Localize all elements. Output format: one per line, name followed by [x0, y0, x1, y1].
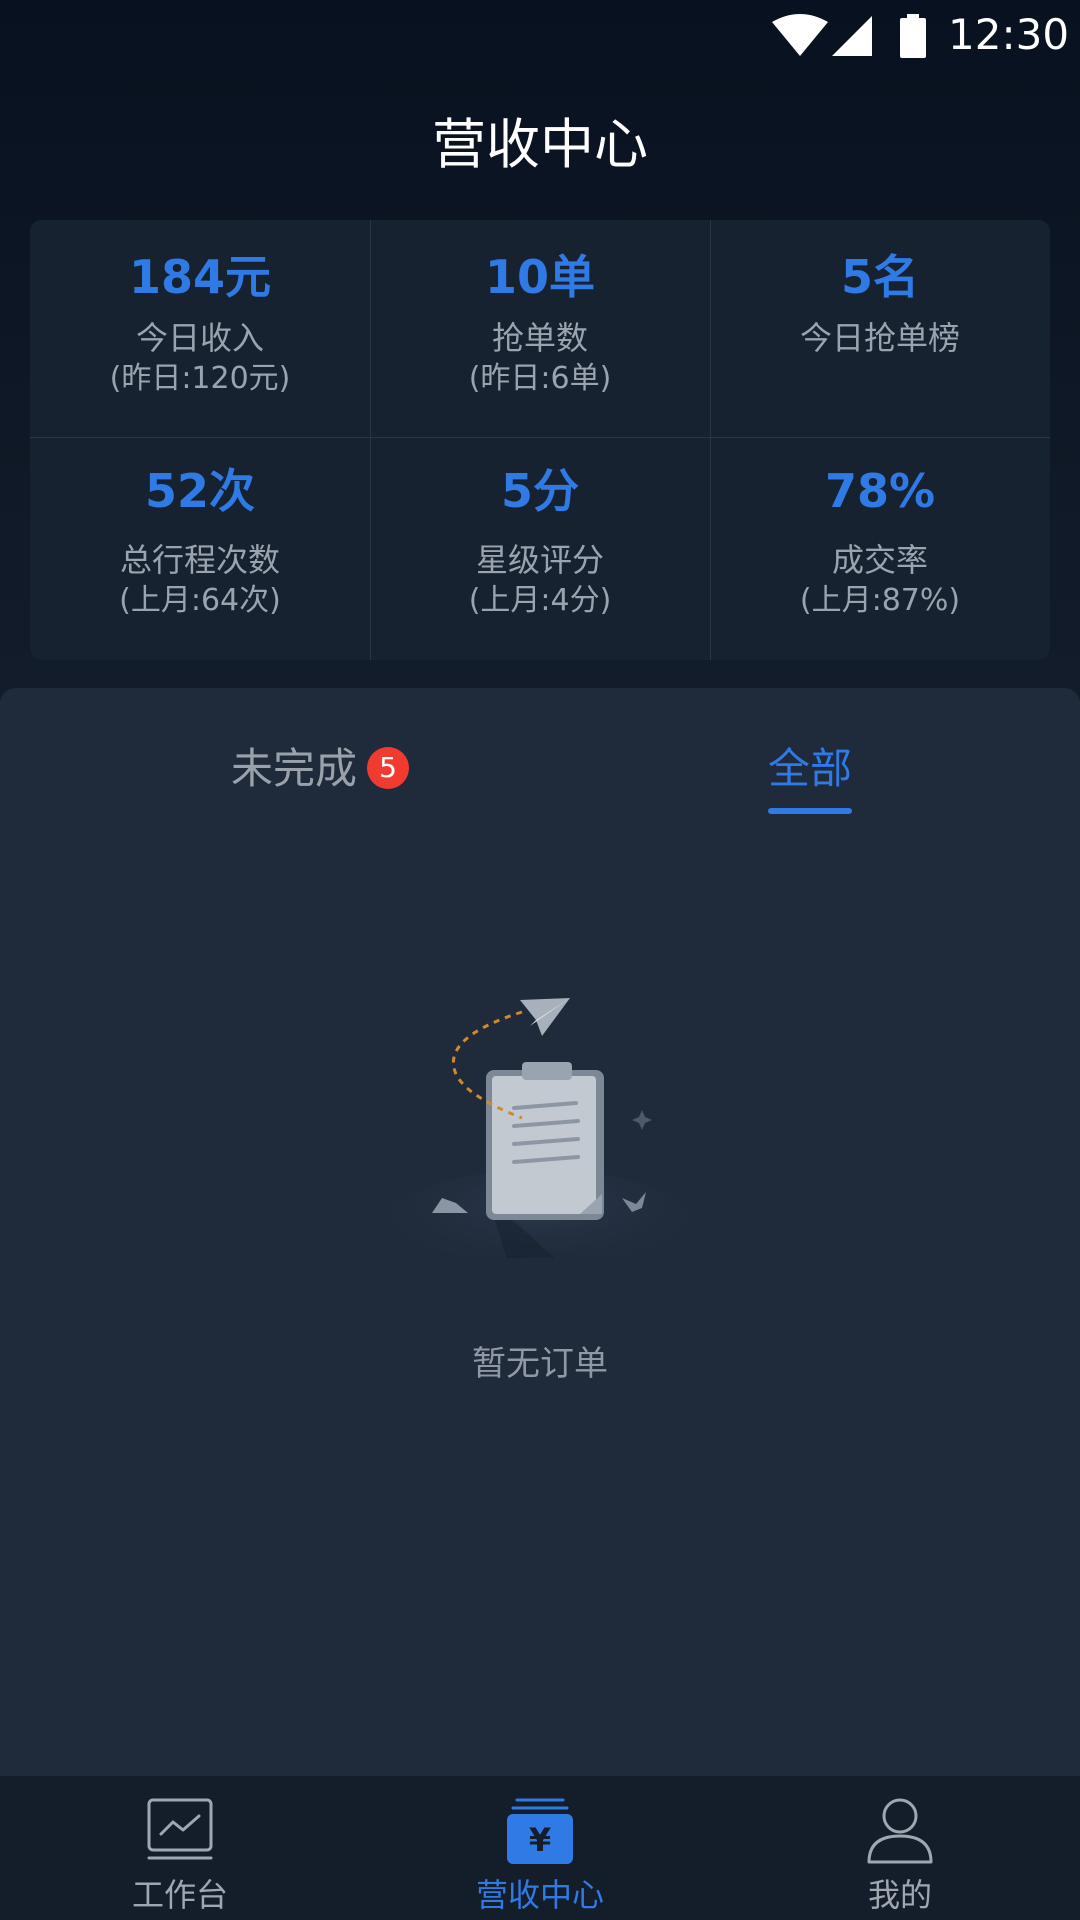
- user-profile-icon: [867, 1798, 933, 1864]
- stat-label: 总行程次数: [119, 541, 280, 580]
- battery-icon: [900, 14, 926, 58]
- tab-label: 全部: [767, 744, 852, 793]
- stat-label: 星级评分: [475, 541, 604, 580]
- stat-comparison: (昨日:6单): [468, 360, 612, 396]
- empty-clipboard-illustration: [380, 998, 700, 1258]
- active-tab-indicator: [768, 808, 852, 814]
- stat-value: 5名: [840, 250, 919, 304]
- status-time: 12:30: [948, 10, 1070, 59]
- stat-today-ranking[interactable]: 5名 今日抢单榜: [710, 220, 1050, 437]
- stat-today-income[interactable]: 184元 今日收入 (昨日:120元): [30, 220, 370, 437]
- nav-label: 营收中心: [475, 1876, 604, 1914]
- nav-label: 我的: [867, 1876, 932, 1914]
- nav-item-revenue[interactable]: ¥ 营收中心: [360, 1776, 720, 1920]
- stat-total-trips[interactable]: 52次 总行程次数 (上月:64次): [30, 438, 370, 660]
- stat-label: 抢单数: [491, 319, 588, 358]
- stat-value: 52次: [144, 464, 255, 518]
- orders-panel: 未完成 5 全部 暂无订单: [0, 688, 1080, 1776]
- stat-value: 10单: [484, 250, 595, 304]
- wifi-icon: [772, 14, 828, 56]
- tab-all[interactable]: 全部: [740, 724, 880, 814]
- stat-comparison: (上月:87%): [799, 582, 961, 618]
- stat-value: 184元: [128, 250, 272, 304]
- nav-item-workbench[interactable]: 工作台: [0, 1776, 360, 1920]
- svg-text:¥: ¥: [529, 1821, 551, 1859]
- status-bar: 12:30: [0, 0, 1080, 72]
- cellular-signal-icon: [832, 16, 872, 56]
- stat-label: 今日收入: [135, 319, 264, 358]
- stat-conversion-rate[interactable]: 78% 成交率 (上月:87%): [710, 438, 1050, 660]
- stat-value: 78%: [824, 464, 936, 518]
- empty-state-text: 暂无订单: [472, 1344, 608, 1384]
- page-title: 营收中心: [432, 113, 648, 176]
- stat-comparison: (昨日:120元): [109, 360, 291, 396]
- stat-label: 今日抢单榜: [799, 319, 960, 358]
- chart-monitor-icon: [147, 1798, 213, 1860]
- stat-label: 成交率: [831, 541, 928, 580]
- stat-value: 5分: [500, 464, 579, 518]
- count-badge: 5: [367, 746, 409, 789]
- nav-label: 工作台: [131, 1876, 228, 1914]
- stat-grab-orders[interactable]: 10单 抢单数 (昨日:6单): [370, 220, 710, 437]
- stat-comparison: (上月:4分): [468, 582, 612, 618]
- bottom-navigation: 工作台 ¥ 营收中心 我的: [0, 1776, 1080, 1920]
- tab-label: 未完成: [230, 744, 357, 793]
- stats-grid: 184元 今日收入 (昨日:120元) 10单 抢单数 (昨日:6单) 5名 今…: [30, 220, 1050, 660]
- nav-item-mine[interactable]: 我的: [720, 1776, 1080, 1920]
- tab-incomplete[interactable]: 未完成 5: [205, 724, 435, 814]
- stat-star-rating[interactable]: 5分 星级评分 (上月:4分): [370, 438, 710, 660]
- yuan-wallet-icon: ¥: [507, 1798, 573, 1864]
- stat-comparison: (上月:64次): [119, 582, 281, 618]
